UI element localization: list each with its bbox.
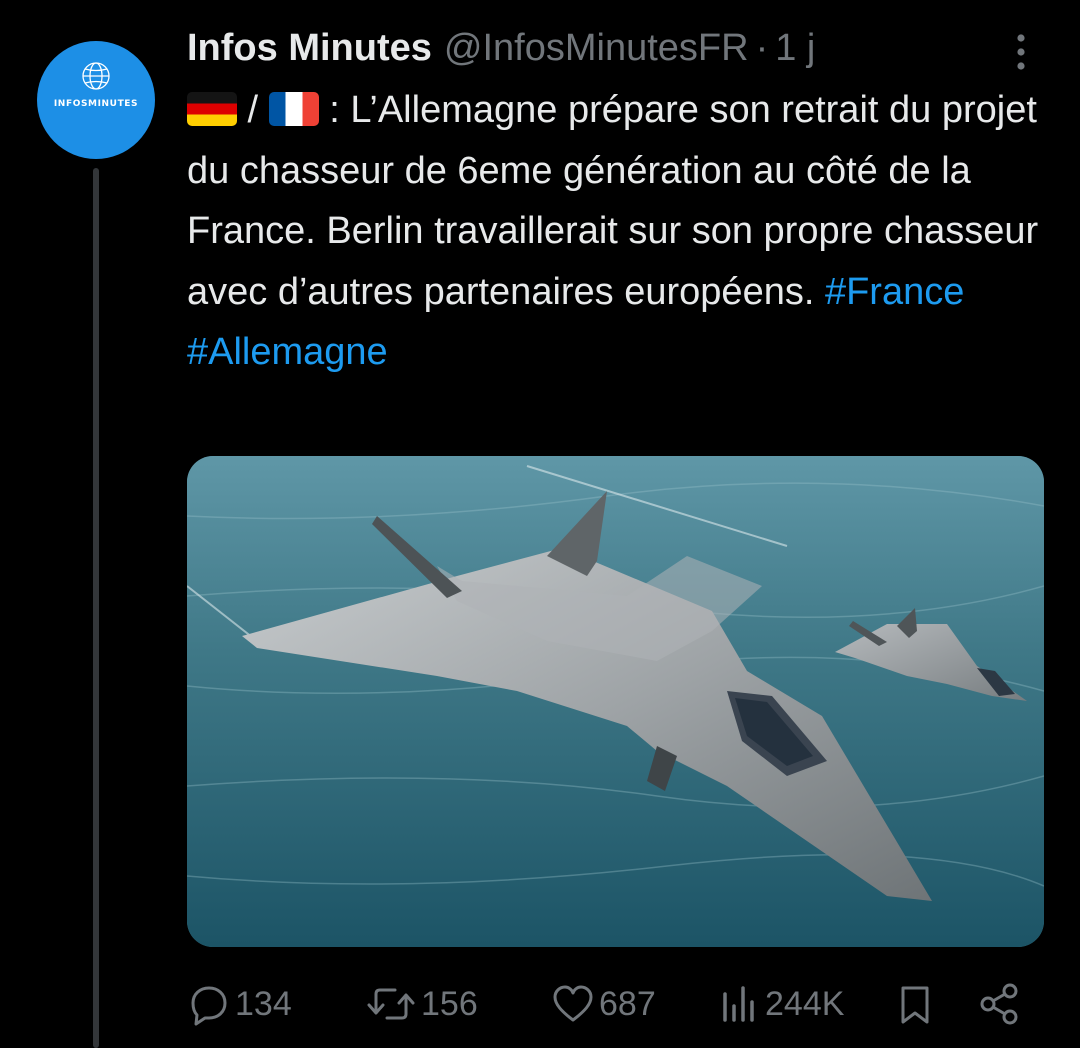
author-name[interactable]: Infos Minutes	[187, 27, 432, 70]
avatar-logo-text: INFOSMINUTES	[53, 99, 139, 109]
french-flag-icon	[268, 92, 319, 126]
hashtag-france[interactable]: #France	[825, 271, 964, 313]
tweet-header: Infos Minutes @InfosMinutesFR · 1 j	[187, 24, 815, 72]
repost-button[interactable]: 156	[365, 978, 478, 1030]
tweet-actions: 134 156 687 244K	[187, 978, 1037, 1030]
german-flag-icon	[187, 92, 237, 126]
repost-count: 156	[421, 984, 478, 1023]
thread-line	[93, 168, 99, 1048]
hashtag-allemagne[interactable]: #Allemagne	[187, 331, 388, 373]
bookmark-button[interactable]	[893, 978, 937, 1030]
bookmark-icon	[901, 986, 929, 1024]
share-button[interactable]	[977, 978, 1023, 1030]
author-handle[interactable]: @InfosMinutesFR	[444, 27, 749, 70]
view-count: 244K	[765, 984, 845, 1023]
heart-icon	[553, 985, 593, 1022]
reply-button[interactable]: 134	[187, 978, 292, 1030]
tweet-text: / : L’Allemagne prépare son retrait du p…	[187, 80, 1067, 383]
analytics-icon	[723, 986, 754, 1022]
views-button[interactable]: 244K	[717, 978, 844, 1030]
like-count: 687	[599, 984, 656, 1023]
like-button[interactable]: 687	[551, 978, 656, 1030]
flag-separator: /	[237, 89, 269, 131]
reply-icon	[191, 986, 227, 1026]
avatar[interactable]: INFOSMINUTES	[37, 41, 155, 159]
more-options-icon[interactable]	[1008, 28, 1034, 74]
reply-count: 134	[235, 984, 292, 1023]
fighter-jets-image	[187, 456, 1044, 947]
repost-icon	[367, 988, 415, 1020]
header-separator: ·	[755, 26, 769, 69]
tweet-image[interactable]	[187, 456, 1044, 947]
share-icon	[980, 983, 1018, 1025]
timestamp[interactable]: 1 j	[775, 27, 815, 70]
